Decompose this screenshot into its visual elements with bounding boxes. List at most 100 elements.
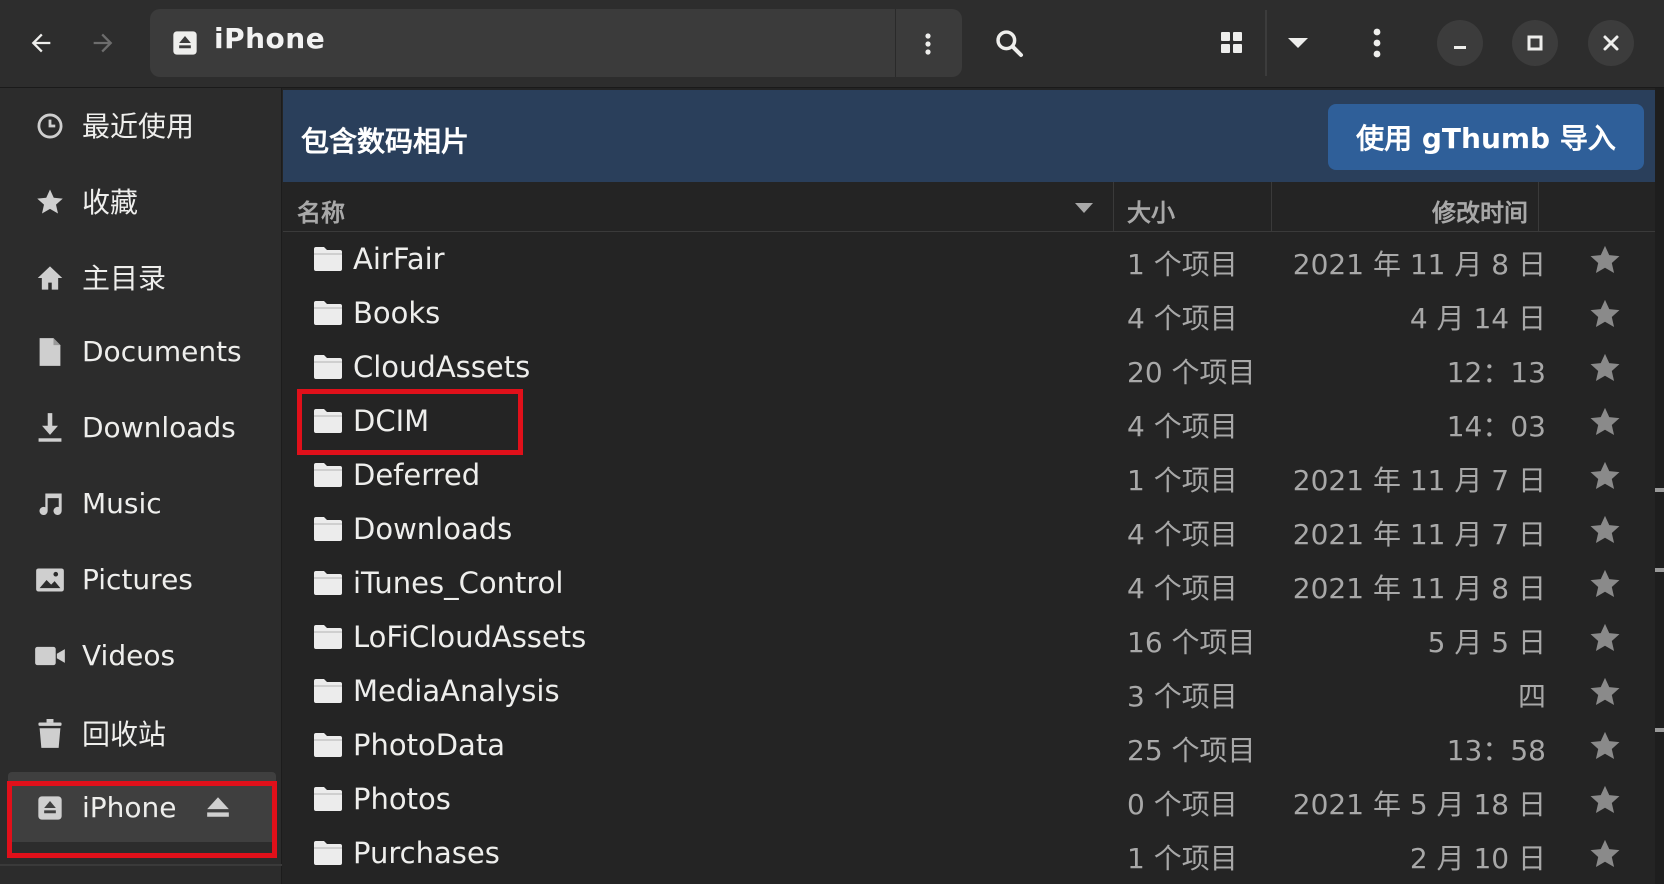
search-button[interactable] <box>984 20 1034 66</box>
sidebar-item-label: 收藏 <box>82 186 139 219</box>
file-size: 20 个项目 <box>1127 356 1256 389</box>
star-icon[interactable] <box>1588 675 1622 709</box>
file-row[interactable]: Deferred 1 个项目 2021 年 11 月 7 日 <box>283 449 1655 503</box>
file-row[interactable]: LoFiCloudAssets 16 个项目 5 月 5 日 <box>283 611 1655 665</box>
picture-icon <box>34 564 66 596</box>
file-row[interactable]: AirFair 1 个项目 2021 年 11 月 8 日 <box>283 233 1655 287</box>
scrollbar[interactable] <box>1655 88 1664 884</box>
sidebar: 最近使用 收藏 主目录 Documents Downloads Music Pi… <box>0 88 282 884</box>
sidebar-item-trash[interactable]: 回收站 <box>8 698 276 768</box>
grid-icon <box>1221 32 1242 53</box>
column-name[interactable]: 名称 <box>297 193 345 228</box>
file-name: PhotoData <box>353 728 505 762</box>
path-divider <box>895 9 896 77</box>
file-list: AirFair 1 个项目 2021 年 11 月 8 日 Books 4 个项目 4 月… <box>283 233 1655 884</box>
header-bar: iPhone <box>0 0 1664 88</box>
file-size: 25 个项目 <box>1127 734 1256 767</box>
sidebar-item-recent[interactable]: 最近使用 <box>8 90 276 160</box>
maximize-button[interactable] <box>1512 20 1558 66</box>
sidebar-item-iphone[interactable]: iPhone <box>8 772 276 842</box>
forward-button[interactable] <box>80 20 126 66</box>
star-icon[interactable] <box>1588 567 1622 601</box>
column-size[interactable]: 大小 <box>1127 193 1175 228</box>
download-icon <box>34 412 66 444</box>
folder-icon <box>313 623 343 651</box>
document-icon <box>34 336 66 368</box>
main-menu-button[interactable] <box>1354 20 1400 66</box>
star-icon[interactable] <box>1588 783 1622 817</box>
drive-icon <box>170 28 200 58</box>
sidebar-item-label: Music <box>82 486 162 520</box>
sidebar-item-documents[interactable]: Documents <box>8 316 276 386</box>
music-icon <box>34 488 66 520</box>
location-label[interactable]: iPhone <box>214 22 325 55</box>
file-row[interactable]: Purchases 1 个项目 2 月 10 日 <box>283 827 1655 881</box>
star-icon <box>34 186 66 218</box>
file-row[interactable]: CloudAssets 20 个项目 12：13 <box>283 341 1655 395</box>
file-size: 0 个项目 <box>1127 788 1238 821</box>
file-modified: 2021 年 11 月 7 日 <box>1292 464 1546 497</box>
home-icon <box>34 262 66 294</box>
more-vertical-icon <box>1373 28 1381 58</box>
sidebar-item-music[interactable]: Music <box>8 468 276 538</box>
star-icon[interactable] <box>1588 837 1622 871</box>
location-menu-button[interactable] <box>906 22 950 66</box>
star-icon[interactable] <box>1588 243 1622 277</box>
sidebar-item-label: iPhone <box>82 790 177 824</box>
file-manager-window: iPhone 最近使用 收藏 主目录 Documents Downloads M… <box>0 0 1664 884</box>
star-icon[interactable] <box>1588 405 1622 439</box>
grid-view-button[interactable] <box>1208 20 1256 66</box>
star-icon[interactable] <box>1588 729 1622 763</box>
sidebar-item-label: Videos <box>82 638 176 672</box>
file-name: AirFair <box>353 242 445 276</box>
file-row[interactable]: Books 4 个项目 4 月 14 日 <box>283 287 1655 341</box>
file-row[interactable]: iTunes_Control 4 个项目 2021 年 11 月 8 日 <box>283 557 1655 611</box>
sidebar-item-pictures[interactable]: Pictures <box>8 544 276 614</box>
minimize-button[interactable] <box>1437 20 1483 66</box>
view-options-button[interactable] <box>1274 20 1322 66</box>
file-modified: 2021 年 11 月 8 日 <box>1292 248 1546 281</box>
file-size: 1 个项目 <box>1127 464 1238 497</box>
star-icon[interactable] <box>1588 621 1622 655</box>
close-button[interactable] <box>1588 20 1634 66</box>
back-button[interactable] <box>18 20 64 66</box>
file-modified: 四 <box>1517 680 1546 713</box>
sidebar-item-label: Pictures <box>82 562 193 596</box>
file-name: iTunes_Control <box>353 566 564 600</box>
column-modified[interactable]: 修改时间 <box>1432 193 1528 228</box>
sidebar-item-downloads[interactable]: Downloads <box>8 392 276 462</box>
file-modified: 13：58 <box>1446 734 1546 767</box>
folder-icon <box>313 785 343 813</box>
sidebar-item-starred[interactable]: 收藏 <box>8 166 276 236</box>
sidebar-item-home[interactable]: 主目录 <box>8 242 276 312</box>
clock-icon <box>34 110 66 142</box>
import-gthumb-button[interactable]: 使用 gThumb 导入 <box>1328 104 1644 170</box>
column-separator <box>1113 182 1114 232</box>
file-row[interactable]: Downloads 4 个项目 2021 年 11 月 7 日 <box>283 503 1655 557</box>
star-icon[interactable] <box>1588 459 1622 493</box>
sidebar-item-videos[interactable]: Videos <box>8 620 276 690</box>
file-row[interactable]: Photos 0 个项目 2021 年 5 月 18 日 <box>283 773 1655 827</box>
file-row[interactable]: DCIM 4 个项目 14：03 <box>283 395 1655 449</box>
view-separator <box>1265 10 1267 76</box>
video-icon <box>34 640 66 672</box>
file-modified: 2021 年 5 月 18 日 <box>1292 788 1546 821</box>
file-name: Purchases <box>353 836 500 870</box>
file-size: 1 个项目 <box>1127 842 1238 875</box>
file-size: 3 个项目 <box>1127 680 1238 713</box>
minimize-icon <box>1454 46 1466 49</box>
sort-chevron-icon[interactable] <box>1073 200 1095 219</box>
star-icon[interactable] <box>1588 513 1622 547</box>
column-header: 名称 大小 修改时间 <box>283 182 1655 232</box>
file-row[interactable]: PhotoData 25 个项目 13：58 <box>283 719 1655 773</box>
arrow-left-icon <box>31 33 51 53</box>
eject-icon[interactable] <box>203 792 233 822</box>
sidebar-item-label: 回收站 <box>82 718 167 751</box>
file-size: 4 个项目 <box>1127 302 1238 335</box>
file-row[interactable]: MediaAnalysis 3 个项目 四 <box>283 665 1655 719</box>
sidebar-item-label: Downloads <box>82 410 236 444</box>
star-icon[interactable] <box>1588 297 1622 331</box>
star-icon[interactable] <box>1588 351 1622 385</box>
file-modified: 14：03 <box>1446 410 1546 443</box>
folder-icon <box>313 569 343 597</box>
